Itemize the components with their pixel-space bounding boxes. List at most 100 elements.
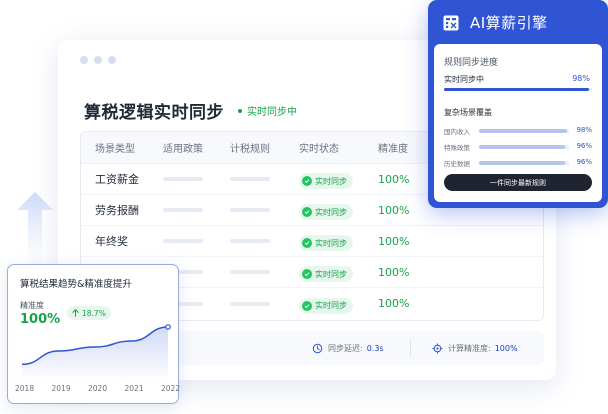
scene-name: 劳务报酬 (95, 204, 139, 217)
placeholder-bar (230, 239, 270, 243)
check-circle-icon (302, 207, 312, 217)
accuracy-cell: 100% (378, 297, 410, 310)
ai-engine-panel: AI算薪引擎 规则同步进度 实时同步中 98% 复杂场景覆盖 国内收入 98% 特殊… (428, 0, 608, 208)
status-text: 实时同步 (315, 176, 347, 186)
check-circle-icon (302, 300, 312, 311)
status-cell: 实时同步 (299, 231, 378, 251)
coverage-percent: 96% (576, 158, 592, 166)
up-arrow-icon (17, 192, 53, 270)
col-header-status: 实时状态 (299, 144, 339, 155)
ai-panel-title: AI算薪引擎 (470, 14, 548, 32)
rule-cell (230, 208, 299, 212)
rule-cell (230, 301, 299, 306)
precision-label: 计算精准度: (448, 343, 491, 353)
coverage-bar (479, 129, 569, 133)
coverage-row: 国内收入 98% (444, 126, 592, 136)
coverage-title: 复杂场景覆盖 (444, 108, 492, 117)
sync-latest-rules-button[interactable]: 一件同步最新规则 (444, 174, 592, 191)
x-tick-label: 2018 (15, 384, 35, 393)
placeholder-bar (163, 239, 203, 243)
card-header: 算税逻辑实时同步 实时同步中 (84, 98, 297, 123)
status-badge: 实时同步 (299, 297, 353, 314)
status-badge: 实时同步 (299, 204, 353, 220)
placeholder-bar (230, 177, 270, 181)
window-dot[interactable] (94, 56, 102, 64)
window-dot[interactable] (80, 56, 88, 64)
scene-name: 年终奖 (95, 235, 128, 248)
accuracy-cell: 100% (378, 265, 410, 279)
live-status-tag: 实时同步中 (238, 103, 297, 118)
status-cell: 实时同步 (299, 200, 378, 220)
sync-progress-fill (444, 88, 590, 91)
live-status-label: 实时同步中 (247, 107, 297, 118)
calculator-logo-icon (443, 15, 459, 30)
coverage-bar-fill (479, 161, 566, 165)
x-tick-label: 2019 (51, 384, 71, 393)
live-dot-icon (238, 108, 242, 113)
trend-point (165, 324, 171, 330)
status-text: 实时同步 (315, 207, 347, 217)
policy-cell (163, 177, 230, 181)
coverage-name: 历史数据 (444, 160, 470, 168)
status-cell: 实时同步 (299, 294, 378, 314)
status-text: 实时同步 (315, 269, 347, 279)
col-header-rule: 计税规则 (230, 144, 270, 155)
coverage-bar-fill (479, 129, 568, 133)
coverage-percent: 96% (576, 142, 592, 150)
coverage-row: 特殊政策 96% (444, 142, 592, 152)
col-header-policy: 适用政策 (163, 144, 203, 155)
window-dot[interactable] (108, 56, 116, 64)
policy-cell (163, 208, 230, 212)
policy-cell (163, 239, 230, 243)
placeholder-bar (163, 208, 203, 212)
coverage-name: 国内收入 (444, 128, 470, 136)
sync-progress-bar (444, 88, 592, 91)
coverage-name: 特殊政策 (444, 144, 470, 152)
coverage-bar (479, 145, 569, 149)
placeholder-bar (163, 177, 203, 181)
status-text: 实时同步 (315, 301, 347, 310)
latency-label: 同步延迟: (328, 343, 363, 353)
coverage-bar-fill (479, 145, 566, 149)
rule-cell (230, 239, 299, 243)
trend-area (22, 327, 168, 377)
target-icon (432, 343, 443, 353)
rule-cell (230, 270, 299, 274)
accuracy-cell: 100% (378, 234, 410, 248)
sync-status-label: 实时同步中 (444, 75, 484, 84)
check-circle-icon (302, 238, 312, 248)
coverage-bar (479, 161, 569, 165)
latency-value: 0.3s (366, 343, 384, 353)
precision-value: 100% (494, 343, 518, 353)
ai-panel-body: 规则同步进度 实时同步中 98% 复杂场景覆盖 国内收入 98% 特殊政策 96% 历史… (434, 44, 602, 202)
footer-divider (410, 340, 411, 356)
table-row[interactable]: 年终奖 实时同步 100% (81, 226, 543, 257)
status-badge: 实时同步 (299, 235, 353, 251)
x-tick-label: 2022 (161, 384, 181, 393)
placeholder-bar (230, 270, 270, 274)
check-circle-icon (302, 176, 312, 186)
x-tick-label: 2021 (124, 384, 144, 393)
page-title: 算税逻辑实时同步 (84, 103, 224, 123)
x-tick-label: 2020 (88, 384, 108, 393)
col-header-scene: 场景类型 (95, 144, 135, 155)
accuracy-cell: 100% (378, 203, 410, 217)
latency-stat: 同步延迟: 0.3s (312, 331, 384, 365)
status-text: 实时同步 (315, 238, 347, 248)
status-badge: 实时同步 (299, 266, 353, 282)
trend-card: 算税结果趋势&精准度提升 精准度 100% 18.7% 2018 2019 2020… (7, 264, 181, 404)
placeholder-bar (230, 301, 270, 306)
precision-stat: 计算精准度: 100% (432, 331, 518, 365)
status-cell: 实时同步 (299, 169, 378, 189)
rule-cell (230, 177, 299, 181)
sync-percent: 98% (572, 74, 590, 83)
placeholder-bar (230, 208, 270, 212)
coverage-percent: 98% (576, 126, 592, 134)
coverage-row: 历史数据 96% (444, 158, 592, 168)
check-circle-icon (302, 269, 312, 279)
scene-name: 工资薪金 (95, 173, 139, 186)
status-badge: 实时同步 (299, 173, 353, 189)
sync-progress-title: 规则同步进度 (444, 58, 499, 68)
ai-panel-header: AI算薪引擎 (442, 12, 548, 33)
clock-icon (312, 343, 323, 353)
